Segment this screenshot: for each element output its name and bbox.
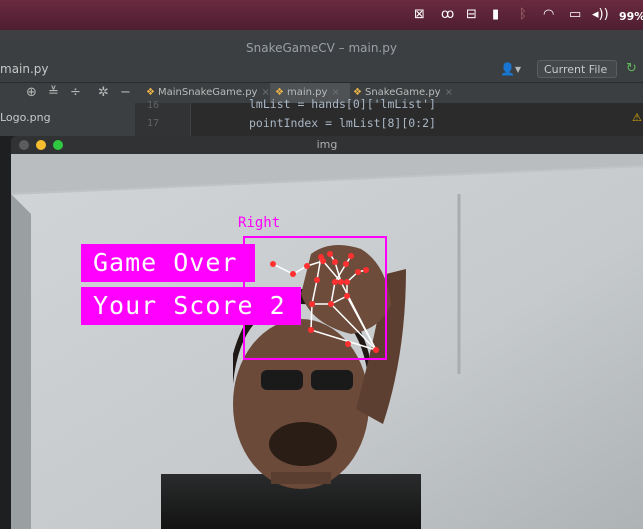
- window-title-bar: SnakeGameCV – main.py: [0, 40, 643, 58]
- line-number: 16: [147, 100, 160, 111]
- run-icon[interactable]: ↻: [626, 61, 637, 76]
- close-icon[interactable]: ×: [445, 87, 453, 98]
- flag-icon[interactable]: ▮: [492, 7, 499, 23]
- navigation-bar: main.py 👤▾ Current File ▾ ↻: [0, 58, 643, 94]
- collapse-all-icon[interactable]: ÷: [70, 85, 81, 100]
- gear-icon[interactable]: ✲: [98, 85, 109, 100]
- mirror-icon[interactable]: ⊟: [466, 7, 477, 23]
- img-window-title: img: [316, 138, 338, 151]
- left-corner: [11, 194, 31, 529]
- menu-bar: ⊠ ꝏ ⊟ ▮ ᛒ ◠ ▭ ◂)) 99%: [0, 0, 643, 30]
- line-gutter: 16 17: [135, 100, 191, 136]
- project-file-item[interactable]: Logo.png: [0, 111, 51, 124]
- toolbar-strip: [0, 30, 643, 40]
- battery-percentage[interactable]: 99%: [619, 9, 643, 25]
- target-icon[interactable]: ⊕: [26, 85, 37, 100]
- warning-icon[interactable]: ⚠: [632, 111, 642, 124]
- tab-label: MainSnakeGame.py: [157, 87, 258, 98]
- user-icon[interactable]: 👤▾: [500, 62, 521, 76]
- beard: [269, 422, 337, 466]
- expand-all-icon[interactable]: ≚: [48, 85, 59, 100]
- tab-mainsnakegame[interactable]: ❖ MainSnakeGame.py ×: [146, 83, 270, 103]
- score-banner: Your Score 2: [81, 287, 301, 325]
- code-line[interactable]: lmList = hands[0]['lmList']: [249, 97, 436, 111]
- airplay-icon[interactable]: ▭: [569, 7, 581, 23]
- img-window-titlebar: img: [11, 136, 643, 154]
- breadcrumb-file[interactable]: main.py: [0, 62, 49, 76]
- hide-icon[interactable]: −: [120, 85, 131, 100]
- creative-cloud-icon[interactable]: ꝏ: [441, 7, 454, 23]
- screen-icon[interactable]: ⊠: [414, 7, 425, 23]
- editor-area: Logo.png 16 17 lmList = hands[0]['lmList…: [0, 97, 643, 136]
- bluetooth-icon[interactable]: ᛒ: [519, 7, 527, 23]
- glasses-left: [261, 370, 303, 390]
- project-panel: Logo.png: [0, 103, 135, 136]
- run-configuration-select[interactable]: Current File ▾: [537, 60, 617, 94]
- python-file-icon: ❖: [146, 87, 155, 98]
- window-title: SnakeGameCV – main.py: [246, 41, 397, 55]
- volume-icon[interactable]: ◂)): [592, 7, 609, 23]
- hand-label: Right: [238, 215, 281, 231]
- wifi-icon[interactable]: ◠: [543, 7, 554, 23]
- game-over-banner: Game Over: [81, 244, 255, 282]
- camera-feed: Right Game Over Your Score 2: [11, 154, 643, 529]
- line-number: 17: [147, 118, 160, 129]
- neck: [271, 472, 331, 484]
- code-line[interactable]: pointIndex = lmList[8][0:2]: [249, 116, 436, 130]
- glasses-right: [311, 370, 353, 390]
